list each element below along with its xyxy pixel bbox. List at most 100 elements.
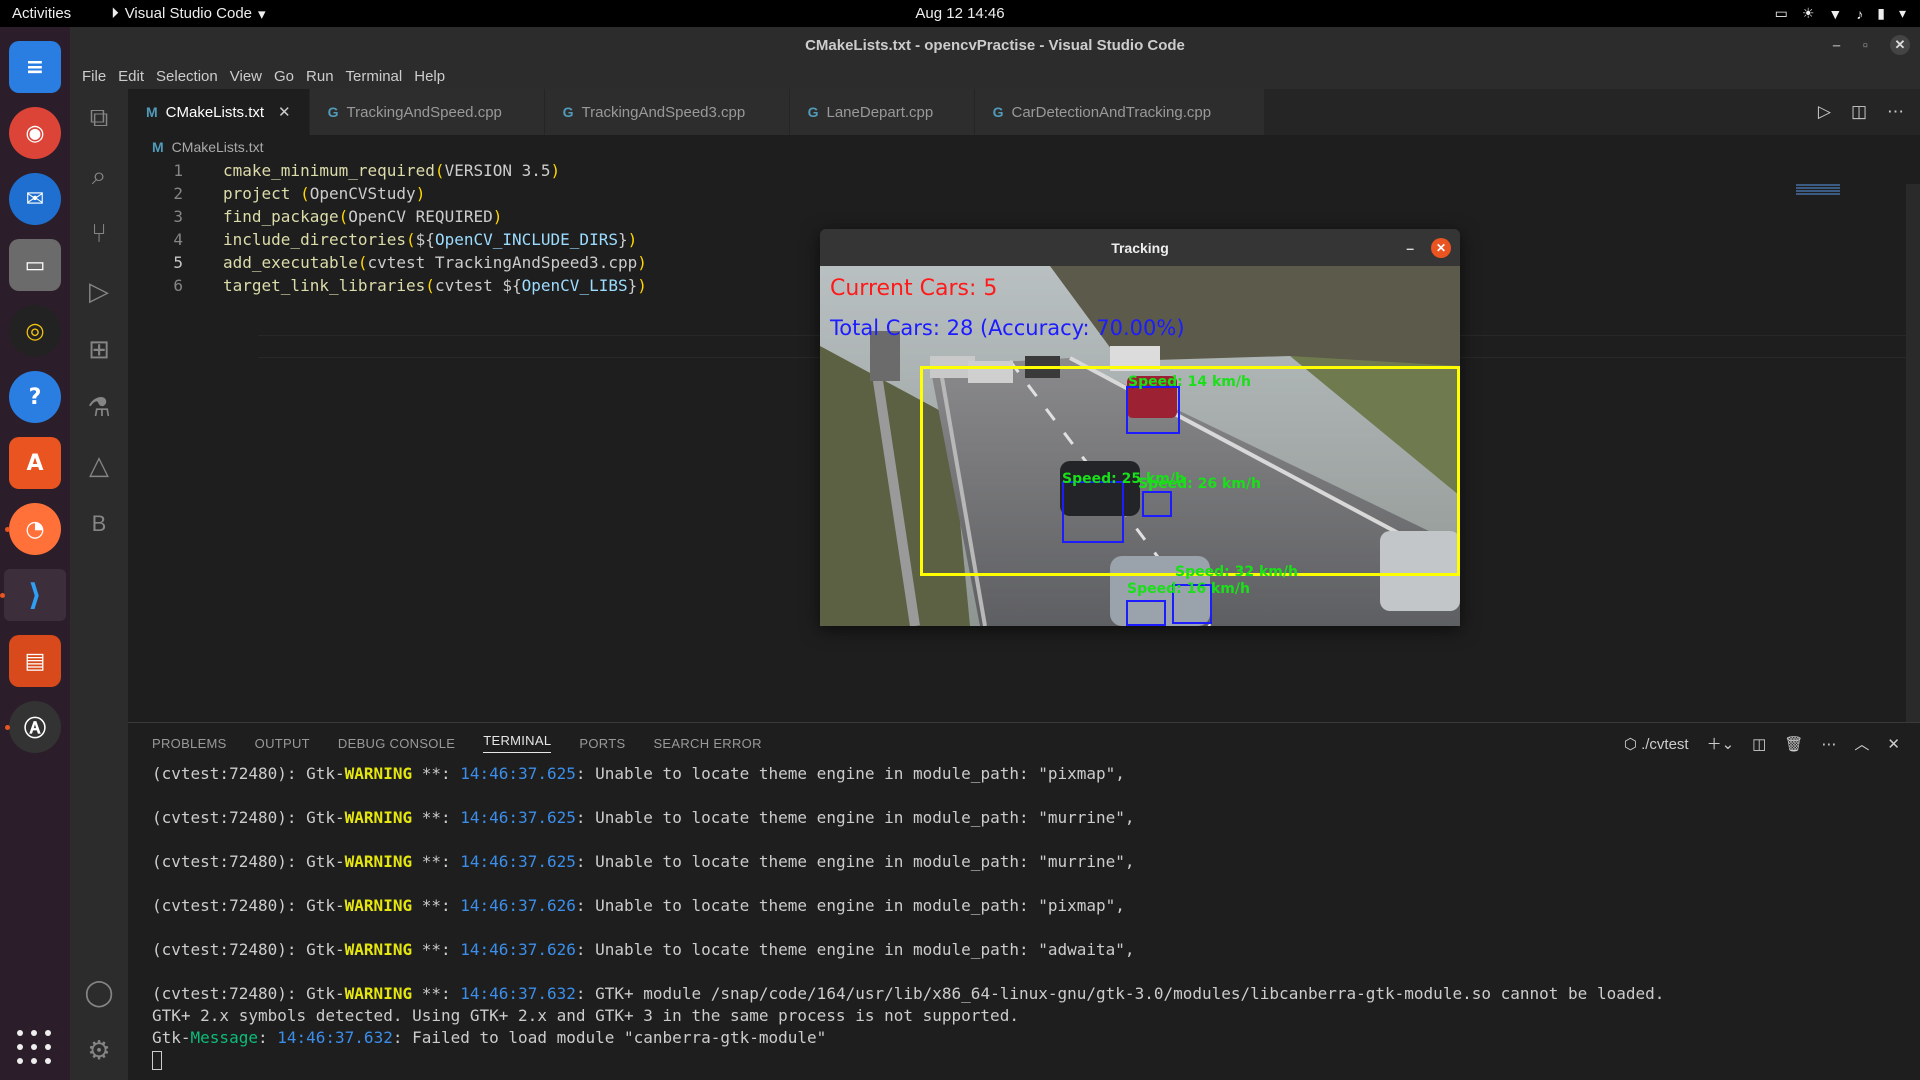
code-token: target_link_libraries [223, 276, 426, 295]
maximize-icon[interactable]: ▫ [1863, 37, 1868, 54]
bottom-panel: PROBLEMS OUTPUT DEBUG CONSOLE TERMINAL P… [128, 722, 1920, 1080]
trash-icon[interactable]: 🗑 [1784, 735, 1803, 753]
explorer-icon[interactable]: ⧉ [70, 89, 128, 147]
power-menu-icon[interactable]: ▾ [1899, 5, 1906, 22]
brightness-icon[interactable]: ☀ [1802, 5, 1815, 22]
menu-terminal[interactable]: Terminal [340, 68, 409, 85]
screen-icon[interactable]: ▭ [1775, 5, 1788, 22]
tab-debug-console[interactable]: DEBUG CONSOLE [338, 736, 455, 751]
clock[interactable]: Aug 12 14:46 [915, 5, 1004, 22]
terminal-text: **: [412, 852, 461, 871]
tracking-box [1126, 386, 1180, 434]
close-icon[interactable]: ✕ [1431, 237, 1451, 258]
rhythmbox-icon[interactable]: ◎ [9, 305, 61, 357]
tab-terminal[interactable]: TERMINAL [483, 733, 552, 753]
close-tab-icon[interactable]: ✕ [278, 103, 291, 121]
minimize-icon[interactable]: – [1832, 37, 1840, 54]
terminal-output[interactable]: (cvtest:72480): Gtk-WARNING **: 14:46:37… [128, 763, 1920, 1071]
terminal-text: : [257, 1028, 278, 1047]
show-apps-icon[interactable] [17, 1030, 53, 1066]
impress-icon[interactable]: ▤ [9, 635, 61, 687]
terminal-selector[interactable]: ⬡ ./cvtest [1624, 735, 1689, 753]
tracking-box [1142, 491, 1172, 517]
activities-button[interactable]: Activities [12, 5, 71, 22]
files-icon[interactable]: ▭ [9, 239, 61, 291]
code-token: cmake_minimum_required [223, 161, 435, 180]
bookmark-b-icon[interactable]: B [70, 495, 128, 553]
app-menu[interactable]: ⏵ Visual Studio Code ▾ [111, 5, 265, 23]
menu-help[interactable]: Help [408, 68, 451, 85]
terminal-text: **: [412, 896, 461, 915]
system-tray[interactable]: ▭ ☀ ▼ ♪ ▮ ▾ [1775, 5, 1906, 22]
terminal-text: : Unable to locate theme engine in modul… [575, 764, 1125, 783]
new-terminal-icon[interactable]: ＋⌄ [1707, 733, 1735, 754]
tab-trackingandspeed3[interactable]: G TrackingAndSpeed3.cpp [544, 89, 790, 135]
menu-run[interactable]: Run [300, 68, 340, 85]
breadcrumb: M CMakeLists.txt [128, 135, 1920, 159]
timestamp: 14:46:37.632 [277, 1028, 393, 1047]
cmake-icon[interactable]: △ [70, 437, 128, 495]
warning-keyword: WARNING [344, 808, 413, 827]
code-token: OpenCV_INCLUDE_DIRS [434, 230, 618, 249]
wifi-icon[interactable]: ▼ [1828, 6, 1842, 22]
terminal-line: (cvtest:72480): Gtk-WARNING **: 14:46:37… [152, 939, 1920, 961]
firefox-icon[interactable]: ◔ [5, 503, 61, 555]
run-debug-icon[interactable]: ▷ [70, 263, 128, 321]
menu-edit[interactable]: Edit [112, 68, 150, 85]
search-icon[interactable]: ⌕ [70, 147, 128, 205]
tab-search-error[interactable]: SEARCH ERROR [653, 736, 761, 751]
settings-gear-icon[interactable]: ⚙ [70, 1022, 128, 1080]
editor-scrollbar[interactable] [1906, 184, 1920, 724]
split-terminal-icon[interactable]: ◫ [1752, 735, 1766, 753]
maximize-panel-icon[interactable]: ︿ [1854, 733, 1869, 754]
tab-trackingandspeed[interactable]: G TrackingAndSpeed.cpp [309, 89, 545, 135]
minimap[interactable] [1796, 184, 1840, 196]
help-icon[interactable]: ? [9, 371, 61, 423]
warning-keyword: WARNING [344, 940, 413, 959]
more-actions-icon[interactable]: ⋯ [1821, 735, 1836, 753]
terminal-text: (cvtest:72480): Gtk- [152, 940, 345, 959]
tab-label: CarDetectionAndTracking.cpp [1011, 103, 1212, 121]
code-token: include_directories [223, 230, 407, 249]
chrome-icon[interactable]: ◉ [9, 107, 61, 159]
more-actions-icon[interactable]: ⋯ [1887, 102, 1904, 122]
terminal-text: (cvtest:72480): Gtk- [152, 764, 345, 783]
vscode-icon[interactable]: ⟩ [0, 569, 66, 621]
tab-ports[interactable]: PORTS [579, 736, 625, 751]
software-center-icon[interactable]: A [9, 437, 61, 489]
thunderbird-icon[interactable]: ✉ [9, 173, 61, 225]
source-control-icon[interactable]: ⑂ [70, 205, 128, 263]
menubar: File Edit Selection View Go Run Terminal… [70, 63, 1920, 89]
menu-go[interactable]: Go [268, 68, 300, 85]
menu-view[interactable]: View [224, 68, 268, 85]
tab-problems[interactable]: PROBLEMS [152, 736, 227, 751]
tab-cmakelists[interactable]: M CMakeLists.txt ✕ [128, 89, 310, 135]
terminal-text: : Unable to locate theme engine in modul… [575, 896, 1125, 915]
run-icon[interactable]: ▷ [1818, 102, 1831, 122]
tab-lanedepart[interactable]: G LaneDepart.cpp [789, 89, 975, 135]
terminal-text: **: [412, 808, 461, 827]
volume-icon[interactable]: ♪ [1856, 6, 1863, 22]
terminal-text: : Unable to locate theme engine in modul… [575, 852, 1135, 871]
extensions-icon[interactable]: ⊞ [70, 321, 128, 379]
warning-keyword: WARNING [344, 852, 413, 871]
tab-cardetection[interactable]: G CarDetectionAndTracking.cpp [974, 89, 1265, 135]
testing-icon[interactable]: ⚗ [70, 379, 128, 437]
software-updater-icon[interactable]: Ⓐ [5, 701, 61, 753]
cpp-file-icon: G [992, 104, 1004, 120]
split-editor-icon[interactable]: ◫ [1851, 102, 1867, 122]
code-token: cvtest TrackingAndSpeed3.cpp [367, 253, 638, 272]
window-titlebar: CMakeLists.txt - opencvPractise - Visual… [70, 27, 1920, 63]
text-editor-icon[interactable]: ≡ [9, 41, 61, 93]
minimize-icon[interactable]: – [1406, 240, 1414, 256]
close-panel-icon[interactable]: ✕ [1887, 735, 1900, 753]
battery-icon[interactable]: ▮ [1877, 5, 1885, 22]
menu-file[interactable]: File [76, 68, 112, 85]
menu-selection[interactable]: Selection [150, 68, 224, 85]
tab-output[interactable]: OUTPUT [255, 736, 310, 751]
tracking-video-frame: Current Cars: 5 Total Cars: 28 (Accuracy… [820, 266, 1460, 626]
breadcrumb-item[interactable]: CMakeLists.txt [172, 139, 264, 155]
accounts-icon[interactable]: ◯ [70, 964, 128, 1022]
close-icon[interactable]: ✕ [1890, 35, 1910, 55]
